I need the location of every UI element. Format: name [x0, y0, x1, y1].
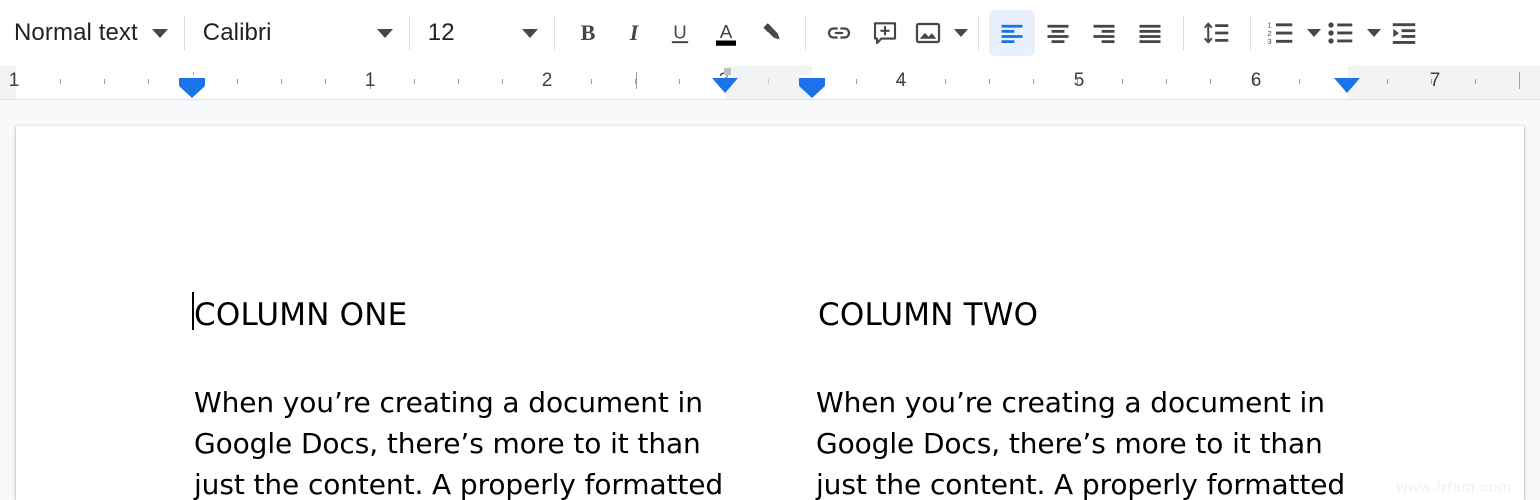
column-one-heading: COLUMN ONE: [194, 297, 408, 333]
watermark-text: www.frfam.com: [1396, 479, 1512, 496]
link-icon: [827, 27, 850, 39]
toolbar-divider: [553, 16, 555, 50]
toolbar-divider: [183, 16, 185, 50]
text-color-button[interactable]: A: [703, 10, 749, 56]
insert-image-group[interactable]: [908, 10, 968, 56]
chevron-down-icon: [521, 28, 538, 38]
italic-button[interactable]: I: [611, 10, 657, 56]
formatting-toolbar: Normal text Calibri 12 B I U A 1 2 3: [0, 0, 1540, 66]
image-icon: [915, 22, 940, 44]
paragraph-style-label: Normal text: [14, 19, 138, 46]
numbered-list-button[interactable]: 1 2 3: [1261, 10, 1301, 56]
align-center-button[interactable]: [1035, 10, 1081, 56]
svg-text:B: B: [580, 20, 595, 45]
toolbar-divider: [1249, 16, 1251, 50]
highlighter-pen-icon: [763, 23, 780, 40]
chevron-down-icon: [953, 29, 968, 37]
ruler-number: 7: [1429, 70, 1441, 91]
horizontal-ruler[interactable]: 1 1 2 3 4 5 6 7: [0, 66, 1540, 100]
tab-stop-marker[interactable]: [724, 68, 731, 75]
toolbar-divider: [1182, 16, 1184, 50]
document-column-one[interactable]: COLUMN ONE When you’re creating a docume…: [194, 297, 728, 500]
line-spacing-icon: [1204, 22, 1229, 44]
chevron-down-icon: [376, 28, 393, 38]
ruler-number: 5: [1073, 70, 1085, 91]
bold-icon: B: [580, 20, 595, 45]
bulleted-list-button[interactable]: [1321, 10, 1361, 56]
right-indent-marker[interactable]: [1334, 78, 1360, 93]
right-indent-marker[interactable]: [712, 78, 738, 93]
underline-button[interactable]: U: [657, 10, 703, 56]
paragraph-style-dropdown[interactable]: Normal text: [6, 11, 174, 55]
line-spacing-button[interactable]: [1194, 10, 1240, 56]
insert-link-button[interactable]: [816, 10, 862, 56]
comment-plus-icon: [873, 22, 896, 45]
numbered-list-icon: 1 2 3: [1267, 21, 1293, 46]
document-canvas[interactable]: COLUMN ONE When you’re creating a docume…: [0, 100, 1540, 500]
align-left-icon: [1001, 24, 1023, 44]
decrease-indent-button[interactable]: [1381, 10, 1427, 56]
text-color-icon: A: [715, 21, 736, 46]
align-right-button[interactable]: [1081, 10, 1127, 56]
ruler-number: 6: [1250, 70, 1262, 91]
svg-text:A: A: [720, 21, 733, 42]
chevron-down-icon: [1366, 29, 1381, 37]
align-right-icon: [1093, 24, 1115, 44]
ruler-number: 1: [364, 70, 376, 91]
align-center-icon: [1047, 24, 1069, 44]
left-indent-marker[interactable]: [179, 71, 205, 98]
ruler-number: 4: [895, 70, 907, 91]
svg-text:U: U: [673, 21, 686, 42]
document-page[interactable]: COLUMN ONE When you’re creating a docume…: [16, 126, 1524, 500]
align-justify-icon: [1139, 24, 1161, 44]
toolbar-divider: [977, 16, 979, 50]
align-justify-button[interactable]: [1127, 10, 1173, 56]
align-left-button[interactable]: [988, 10, 1035, 56]
column-two-body: When you’re creating a document in Googl…: [816, 385, 1346, 500]
toolbar-divider: [408, 16, 410, 50]
chevron-down-icon: [151, 28, 168, 38]
highlight-color-button[interactable]: [749, 10, 795, 56]
decrease-indent-icon: [1392, 23, 1416, 44]
column-two-heading: COLUMN TWO: [818, 297, 1039, 333]
bulleted-list-icon: [1328, 22, 1353, 44]
ruler-number: 1: [8, 70, 20, 91]
insert-image-button[interactable]: [908, 10, 948, 56]
svg-text:3: 3: [1267, 37, 1271, 46]
left-indent-marker[interactable]: [799, 71, 825, 98]
font-family-dropdown[interactable]: Calibri: [195, 11, 399, 55]
toolbar-divider: [804, 16, 806, 50]
underline-icon: U: [671, 21, 688, 44]
add-comment-button[interactable]: [862, 10, 908, 56]
italic-icon: I: [628, 20, 639, 45]
font-size-label: 12: [427, 19, 455, 46]
document-column-two[interactable]: COLUMN TWO When you’re creating a docume…: [816, 297, 1350, 500]
bulleted-list-group[interactable]: [1321, 10, 1381, 56]
font-family-label: Calibri: [202, 19, 272, 46]
ruler-page-region: [16, 66, 1348, 99]
bold-button[interactable]: B: [565, 10, 611, 56]
svg-text:I: I: [628, 20, 639, 45]
column-one-body: When you’re creating a document in Googl…: [194, 385, 724, 500]
numbered-list-group[interactable]: 1 2 3: [1261, 10, 1321, 56]
chevron-down-icon: [1306, 29, 1321, 37]
ruler-number: 2: [541, 70, 553, 91]
font-size-dropdown[interactable]: 12: [420, 11, 544, 55]
